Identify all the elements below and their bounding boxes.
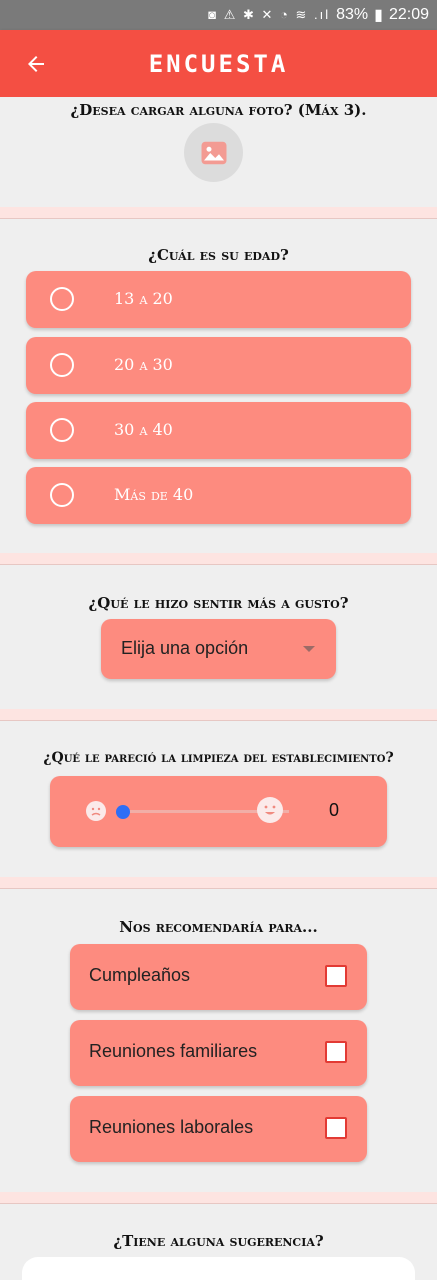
liking-question: ¿Qué le hizo sentir más a gusto? [88,594,349,612]
image-icon [201,141,226,164]
status-bar: ◙ ⚠ ✱ ✕ ◔ ≋ .ıl 83% ▮ 22:09 [0,0,437,30]
recommend-option-label: Reuniones familiares [89,1041,258,1061]
recommend-option-label: Reuniones laborales [89,1117,254,1137]
age-option[interactable]: 13 a 20 [26,271,411,328]
section-divider [0,553,437,565]
cleanliness-question: ¿Qué le pareció la limpieza del establec… [43,750,394,766]
radio-button[interactable] [50,287,74,311]
age-option[interactable]: 20 a 30 [26,337,411,394]
status-icons: ◙ ⚠ ✱ ✕ ◔ ≋ .ıl [208,7,331,22]
radio-button[interactable] [50,353,74,377]
section-divider [0,207,437,219]
recommend-option[interactable]: Cumpleaños [70,944,367,1010]
liking-dropdown[interactable]: Elija una opción [101,619,336,679]
sad-face-icon [86,801,106,821]
slider-value: 0 [329,800,340,820]
add-photo-button[interactable] [184,123,243,182]
suggestion-question: ¿Tiene alguna sugerencia? [113,1232,324,1250]
app-bar: ENCUESTA [0,30,437,97]
recommend-option[interactable]: Reuniones laborales [70,1096,367,1162]
recommend-option[interactable]: Reuniones familiares [70,1020,367,1086]
checkbox[interactable] [325,1117,347,1139]
radio-button[interactable] [50,418,74,442]
age-option-label: 13 a 20 [114,289,173,308]
battery-icon: ▮ [374,7,383,24]
photo-question: ¿Desea cargar alguna foto? (Máx 3). [70,101,367,119]
dropdown-selected-value: Elija una opción [121,638,249,658]
battery-level: 83% [336,6,369,23]
age-option-label: 20 a 30 [114,355,173,374]
recommend-option-label: Cumpleaños [89,965,191,985]
recommend-question: Nos recomendaría para... [119,918,318,936]
section-divider [0,877,437,889]
radio-button[interactable] [50,483,74,507]
back-arrow-icon[interactable] [20,48,52,80]
happy-face-icon [257,797,283,823]
dropdown-arrow-icon [303,646,315,652]
checkbox[interactable] [325,1041,347,1063]
cleanliness-slider-card: 0 [50,776,387,847]
suggestion-input[interactable] [22,1257,415,1280]
section-divider [0,709,437,721]
checkbox[interactable] [325,965,347,987]
page-title: ENCUESTA [148,49,289,78]
age-option-label: Más de 40 [114,485,194,504]
age-option-label: 30 a 40 [114,420,173,439]
age-option[interactable]: Más de 40 [26,467,411,524]
clock: 22:09 [388,6,429,23]
slider-thumb[interactable] [116,805,130,819]
section-divider [0,1192,437,1204]
age-option[interactable]: 30 a 40 [26,402,411,459]
age-question: ¿Cuál es su edad? [148,246,289,264]
